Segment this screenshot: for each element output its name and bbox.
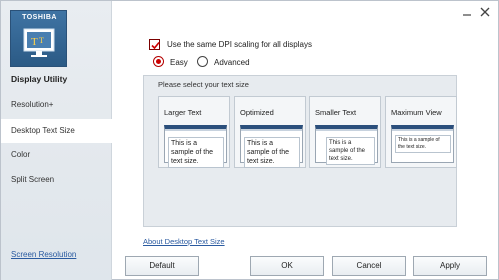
card-preview: This is a sample of the text size.	[315, 125, 378, 165]
card-title: Maximum View	[391, 108, 442, 117]
sidebar-item-desktop-text-size[interactable]: Desktop Text Size	[1, 119, 112, 143]
display-utility-window: TOSHIBA T T Display Utility Resolution+ …	[0, 0, 499, 280]
close-button[interactable]	[478, 7, 492, 21]
sample-text: This is a sample of the text size.	[326, 137, 375, 165]
same-dpi-label: Use the same DPI scaling for all display…	[167, 40, 312, 49]
panel-title: Please select your text size	[158, 80, 249, 89]
sample-text: This is a sample of the text size.	[395, 135, 451, 153]
default-button[interactable]: Default	[125, 256, 199, 276]
easy-radio[interactable]	[153, 56, 164, 67]
same-dpi-checkbox[interactable]	[149, 39, 160, 50]
sidebar: TOSHIBA T T Display Utility Resolution+ …	[1, 1, 112, 280]
toshiba-logo: TOSHIBA T T	[10, 10, 67, 67]
card-preview: This is a sample of the text size.	[240, 125, 303, 168]
svg-text:T: T	[39, 36, 44, 45]
sidebar-item-color[interactable]: Color	[1, 143, 112, 167]
svg-text:T: T	[31, 36, 38, 48]
card-preview: This is a sample of the text size.	[391, 125, 454, 163]
text-size-card-maximum[interactable]: Maximum View This is a sample of the tex…	[385, 96, 457, 168]
text-size-card-larger[interactable]: Larger Text This is a sample of the text…	[158, 96, 230, 168]
app-name: Display Utility	[11, 74, 68, 84]
minimize-icon	[463, 14, 471, 16]
advanced-radio[interactable]	[197, 56, 208, 67]
card-title: Optimized	[240, 108, 274, 117]
screen-resolution-link[interactable]: Screen Resolution	[11, 250, 76, 259]
about-desktop-text-size-link[interactable]: About Desktop Text Size	[143, 237, 225, 246]
display-utility-icon: T T	[23, 28, 55, 57]
advanced-label: Advanced	[214, 58, 250, 67]
text-size-card-smaller[interactable]: Smaller Text This is a sample of the tex…	[309, 96, 381, 168]
sidebar-item-split-screen[interactable]: Split Screen	[1, 168, 112, 192]
sidebar-item-resolution-plus[interactable]: Resolution+	[1, 93, 112, 117]
sample-text: This is a sample of the text size.	[244, 137, 300, 168]
text-size-card-optimized[interactable]: Optimized This is a sample of the text s…	[234, 96, 306, 168]
ok-button[interactable]: OK	[250, 256, 324, 276]
card-title: Smaller Text	[315, 108, 357, 117]
card-preview: This is a sample of the text size.	[164, 125, 227, 168]
apply-button[interactable]: Apply	[413, 256, 487, 276]
card-title: Larger Text	[164, 108, 202, 117]
close-icon	[480, 7, 490, 17]
checkmark-icon	[151, 41, 160, 50]
easy-label: Easy	[170, 58, 188, 67]
minimize-button[interactable]	[460, 7, 474, 21]
sample-text: This is a sample of the text size.	[168, 137, 224, 168]
cancel-button[interactable]: Cancel	[332, 256, 406, 276]
logo-text: TOSHIBA	[22, 14, 57, 21]
